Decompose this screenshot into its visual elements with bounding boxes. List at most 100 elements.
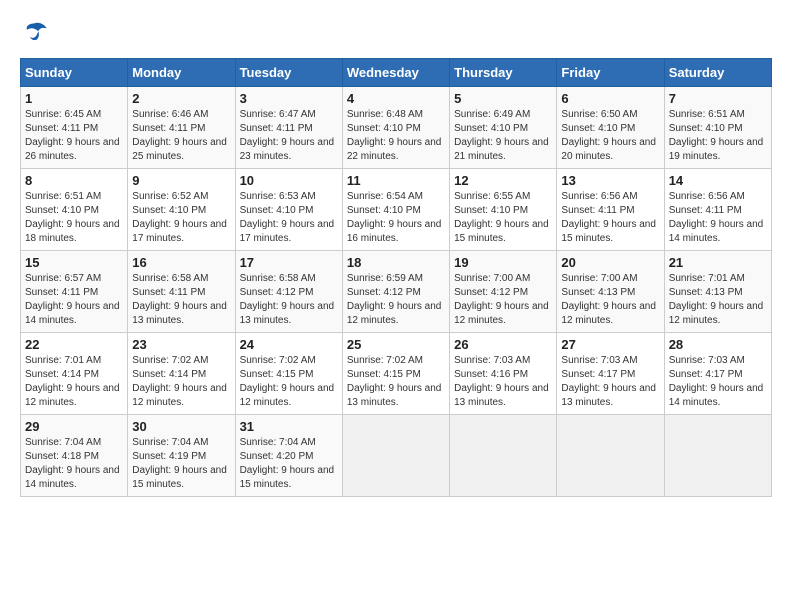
day-number: 2 — [132, 91, 230, 106]
day-info: Sunrise: 7:02 AMSunset: 4:14 PMDaylight:… — [132, 354, 230, 410]
calendar-cell: 31 Sunrise: 7:04 AMSunset: 4:20 PMDaylig… — [235, 415, 342, 497]
calendar-cell: 16 Sunrise: 6:58 AMSunset: 4:11 PMDaylig… — [128, 251, 235, 333]
calendar-week-5: 29 Sunrise: 7:04 AMSunset: 4:18 PMDaylig… — [21, 415, 772, 497]
day-info: Sunrise: 6:45 AMSunset: 4:11 PMDaylight:… — [25, 108, 123, 164]
day-number: 17 — [240, 255, 338, 270]
calendar-cell: 1 Sunrise: 6:45 AMSunset: 4:11 PMDayligh… — [21, 87, 128, 169]
day-info: Sunrise: 6:53 AMSunset: 4:10 PMDaylight:… — [240, 190, 338, 246]
day-number: 28 — [669, 337, 767, 352]
day-number: 30 — [132, 419, 230, 434]
calendar-cell — [450, 415, 557, 497]
calendar-cell: 29 Sunrise: 7:04 AMSunset: 4:18 PMDaylig… — [21, 415, 128, 497]
calendar-body: 1 Sunrise: 6:45 AMSunset: 4:11 PMDayligh… — [21, 87, 772, 497]
calendar-cell: 13 Sunrise: 6:56 AMSunset: 4:11 PMDaylig… — [557, 169, 664, 251]
calendar-cell: 5 Sunrise: 6:49 AMSunset: 4:10 PMDayligh… — [450, 87, 557, 169]
day-info: Sunrise: 7:04 AMSunset: 4:18 PMDaylight:… — [25, 436, 123, 492]
calendar-cell — [664, 415, 771, 497]
day-number: 22 — [25, 337, 123, 352]
calendar-cell: 22 Sunrise: 7:01 AMSunset: 4:14 PMDaylig… — [21, 333, 128, 415]
calendar-cell: 30 Sunrise: 7:04 AMSunset: 4:19 PMDaylig… — [128, 415, 235, 497]
day-number: 5 — [454, 91, 552, 106]
calendar-cell: 24 Sunrise: 7:02 AMSunset: 4:15 PMDaylig… — [235, 333, 342, 415]
calendar-table: SundayMondayTuesdayWednesdayThursdayFrid… — [20, 58, 772, 497]
logo — [20, 20, 52, 48]
day-number: 25 — [347, 337, 445, 352]
calendar-week-2: 8 Sunrise: 6:51 AMSunset: 4:10 PMDayligh… — [21, 169, 772, 251]
weekday-header-saturday: Saturday — [664, 59, 771, 87]
page-header — [20, 20, 772, 48]
day-info: Sunrise: 7:02 AMSunset: 4:15 PMDaylight:… — [240, 354, 338, 410]
logo-bird-icon — [20, 20, 48, 48]
day-number: 7 — [669, 91, 767, 106]
day-number: 3 — [240, 91, 338, 106]
day-info: Sunrise: 6:51 AMSunset: 4:10 PMDaylight:… — [669, 108, 767, 164]
day-number: 16 — [132, 255, 230, 270]
weekday-header-tuesday: Tuesday — [235, 59, 342, 87]
calendar-cell: 7 Sunrise: 6:51 AMSunset: 4:10 PMDayligh… — [664, 87, 771, 169]
day-info: Sunrise: 7:01 AMSunset: 4:14 PMDaylight:… — [25, 354, 123, 410]
calendar-cell — [342, 415, 449, 497]
calendar-cell: 26 Sunrise: 7:03 AMSunset: 4:16 PMDaylig… — [450, 333, 557, 415]
day-number: 27 — [561, 337, 659, 352]
day-info: Sunrise: 7:03 AMSunset: 4:16 PMDaylight:… — [454, 354, 552, 410]
calendar-cell: 12 Sunrise: 6:55 AMSunset: 4:10 PMDaylig… — [450, 169, 557, 251]
calendar-cell: 28 Sunrise: 7:03 AMSunset: 4:17 PMDaylig… — [664, 333, 771, 415]
calendar-cell: 21 Sunrise: 7:01 AMSunset: 4:13 PMDaylig… — [664, 251, 771, 333]
day-info: Sunrise: 6:59 AMSunset: 4:12 PMDaylight:… — [347, 272, 445, 328]
calendar-cell — [557, 415, 664, 497]
day-info: Sunrise: 7:03 AMSunset: 4:17 PMDaylight:… — [561, 354, 659, 410]
calendar-week-3: 15 Sunrise: 6:57 AMSunset: 4:11 PMDaylig… — [21, 251, 772, 333]
day-number: 13 — [561, 173, 659, 188]
weekday-header-friday: Friday — [557, 59, 664, 87]
day-number: 31 — [240, 419, 338, 434]
calendar-cell: 25 Sunrise: 7:02 AMSunset: 4:15 PMDaylig… — [342, 333, 449, 415]
day-number: 4 — [347, 91, 445, 106]
day-number: 20 — [561, 255, 659, 270]
day-number: 10 — [240, 173, 338, 188]
day-number: 24 — [240, 337, 338, 352]
day-info: Sunrise: 6:54 AMSunset: 4:10 PMDaylight:… — [347, 190, 445, 246]
day-number: 9 — [132, 173, 230, 188]
day-info: Sunrise: 7:00 AMSunset: 4:12 PMDaylight:… — [454, 272, 552, 328]
day-number: 29 — [25, 419, 123, 434]
weekday-header-sunday: Sunday — [21, 59, 128, 87]
weekday-header-monday: Monday — [128, 59, 235, 87]
day-info: Sunrise: 7:00 AMSunset: 4:13 PMDaylight:… — [561, 272, 659, 328]
weekday-header-row: SundayMondayTuesdayWednesdayThursdayFrid… — [21, 59, 772, 87]
calendar-cell: 4 Sunrise: 6:48 AMSunset: 4:10 PMDayligh… — [342, 87, 449, 169]
calendar-cell: 19 Sunrise: 7:00 AMSunset: 4:12 PMDaylig… — [450, 251, 557, 333]
calendar-cell: 17 Sunrise: 6:58 AMSunset: 4:12 PMDaylig… — [235, 251, 342, 333]
day-number: 11 — [347, 173, 445, 188]
calendar-cell: 9 Sunrise: 6:52 AMSunset: 4:10 PMDayligh… — [128, 169, 235, 251]
day-info: Sunrise: 7:02 AMSunset: 4:15 PMDaylight:… — [347, 354, 445, 410]
day-number: 12 — [454, 173, 552, 188]
day-info: Sunrise: 6:58 AMSunset: 4:12 PMDaylight:… — [240, 272, 338, 328]
day-info: Sunrise: 6:55 AMSunset: 4:10 PMDaylight:… — [454, 190, 552, 246]
day-number: 18 — [347, 255, 445, 270]
day-number: 6 — [561, 91, 659, 106]
day-number: 1 — [25, 91, 123, 106]
day-number: 21 — [669, 255, 767, 270]
calendar-cell: 2 Sunrise: 6:46 AMSunset: 4:11 PMDayligh… — [128, 87, 235, 169]
day-info: Sunrise: 6:58 AMSunset: 4:11 PMDaylight:… — [132, 272, 230, 328]
day-info: Sunrise: 6:52 AMSunset: 4:10 PMDaylight:… — [132, 190, 230, 246]
calendar-week-1: 1 Sunrise: 6:45 AMSunset: 4:11 PMDayligh… — [21, 87, 772, 169]
calendar-cell: 27 Sunrise: 7:03 AMSunset: 4:17 PMDaylig… — [557, 333, 664, 415]
day-info: Sunrise: 6:57 AMSunset: 4:11 PMDaylight:… — [25, 272, 123, 328]
calendar-cell: 15 Sunrise: 6:57 AMSunset: 4:11 PMDaylig… — [21, 251, 128, 333]
day-number: 8 — [25, 173, 123, 188]
day-number: 19 — [454, 255, 552, 270]
day-info: Sunrise: 6:48 AMSunset: 4:10 PMDaylight:… — [347, 108, 445, 164]
day-info: Sunrise: 7:04 AMSunset: 4:19 PMDaylight:… — [132, 436, 230, 492]
day-number: 14 — [669, 173, 767, 188]
day-info: Sunrise: 6:56 AMSunset: 4:11 PMDaylight:… — [669, 190, 767, 246]
day-number: 26 — [454, 337, 552, 352]
day-number: 15 — [25, 255, 123, 270]
day-info: Sunrise: 7:01 AMSunset: 4:13 PMDaylight:… — [669, 272, 767, 328]
day-info: Sunrise: 7:04 AMSunset: 4:20 PMDaylight:… — [240, 436, 338, 492]
calendar-header: SundayMondayTuesdayWednesdayThursdayFrid… — [21, 59, 772, 87]
calendar-cell: 8 Sunrise: 6:51 AMSunset: 4:10 PMDayligh… — [21, 169, 128, 251]
day-info: Sunrise: 6:50 AMSunset: 4:10 PMDaylight:… — [561, 108, 659, 164]
calendar-week-4: 22 Sunrise: 7:01 AMSunset: 4:14 PMDaylig… — [21, 333, 772, 415]
calendar-cell: 10 Sunrise: 6:53 AMSunset: 4:10 PMDaylig… — [235, 169, 342, 251]
